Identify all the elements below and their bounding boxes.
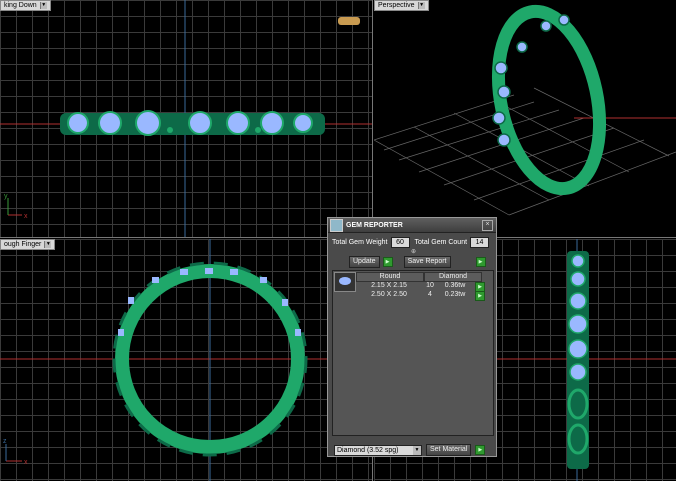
gem-reporter-dialog: GEM REPORTER × Total Gem Weight 60 Total… (327, 217, 497, 457)
round-gem-icon (334, 272, 356, 292)
update-go-icon[interactable]: ▶ (382, 257, 393, 267)
axis-x-label: x (24, 213, 28, 220)
gem-icon (330, 218, 343, 232)
update-button[interactable]: Update (349, 256, 380, 268)
row-go-icon[interactable]: ▶ (475, 291, 485, 301)
chevron-down-icon: ▼ (413, 445, 421, 455)
save-report-button[interactable]: Save Report (403, 256, 451, 268)
expand-icon[interactable]: ⊕ (411, 248, 416, 255)
close-icon[interactable]: × (482, 219, 493, 231)
material-select[interactable]: Diamond (3.52 spg) ▼ (334, 444, 422, 456)
ring-top-band (60, 110, 325, 136)
logo-icon (338, 17, 360, 25)
axis-x-label: x (24, 459, 28, 466)
gem-table: Round Diamond 2.15 X 2.15 10 0.36tw ▶ 2.… (332, 270, 494, 436)
dialog-title-bar[interactable]: GEM REPORTER × (328, 218, 496, 233)
set-material-button[interactable]: Set Material (426, 444, 472, 456)
perspective-drawing (374, 4, 676, 216)
viewport-top[interactable]: king Down ▼ x y (0, 0, 373, 238)
save-report-go-icon[interactable]: ▶ (475, 257, 486, 267)
total-weight-label: Total Gem Weight (332, 239, 388, 246)
top-view-drawing: x y (0, 0, 372, 237)
front-view-drawing: x z (0, 239, 372, 481)
set-material-go-icon[interactable]: ▶ (475, 445, 486, 455)
table-header-shape: Round (356, 272, 424, 282)
total-count-label: Total Gem Count (414, 239, 468, 246)
total-count-field: 14 (470, 237, 490, 248)
dialog-title: GEM REPORTER (346, 221, 403, 229)
ring-perspective (491, 4, 607, 196)
table-header-material: Diamond (424, 272, 482, 282)
perspective-grid (374, 87, 676, 216)
total-weight-field: 60 (390, 237, 410, 248)
axis-z-label: z (3, 438, 7, 445)
axis-y-label: y (4, 193, 8, 200)
viewport-perspective[interactable]: Perspective ▼ (374, 0, 676, 238)
viewport-front[interactable]: ough Finger ▼ x z (0, 239, 373, 481)
